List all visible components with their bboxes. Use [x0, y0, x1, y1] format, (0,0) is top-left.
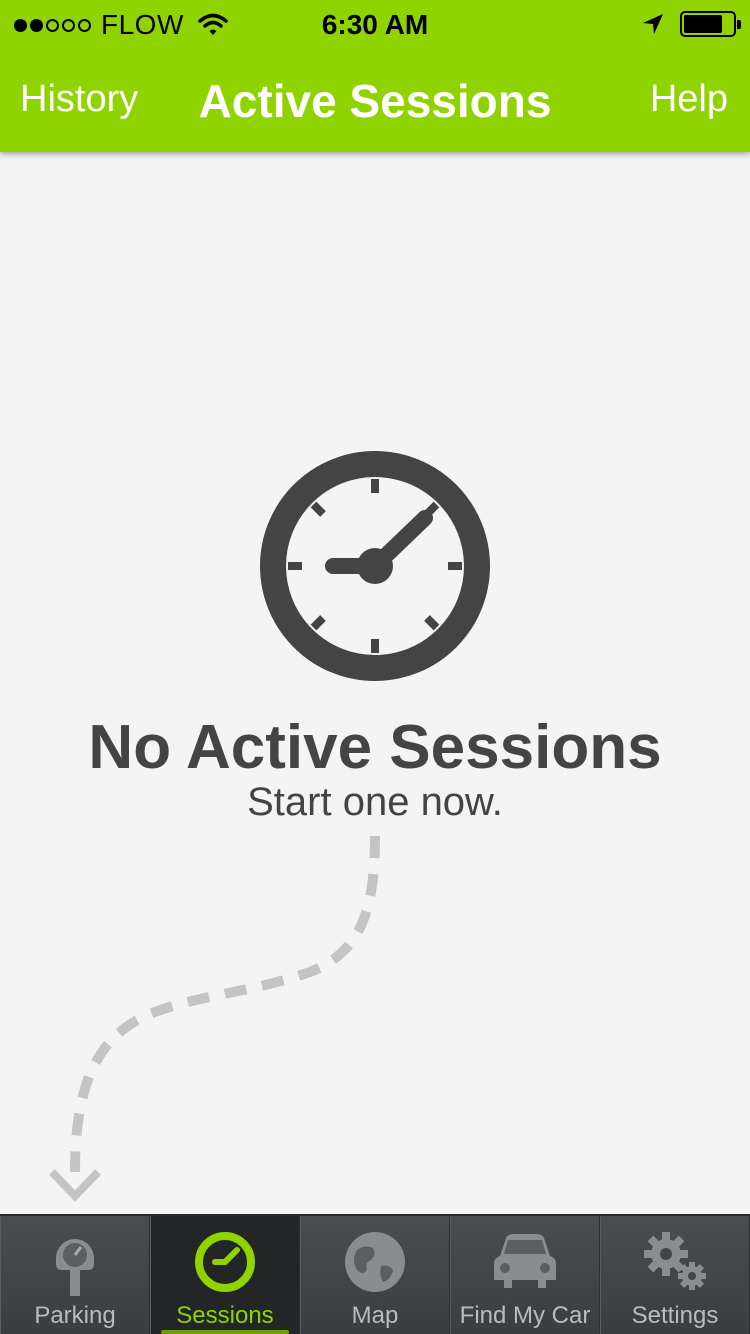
- globe-icon: [345, 1232, 405, 1292]
- battery-icon: [680, 11, 741, 37]
- tab-settings[interactable]: Settings: [600, 1216, 750, 1334]
- parking-meter-icon: [56, 1239, 94, 1296]
- car-icon: [494, 1234, 556, 1288]
- tab-label: Map: [351, 1302, 399, 1329]
- tab-bar: Parking Sessions Map Find My Car Setting…: [0, 1214, 750, 1334]
- tab-sessions[interactable]: Sessions: [150, 1216, 300, 1334]
- tab-find-my-car[interactable]: Find My Car: [450, 1216, 600, 1334]
- main-content: No Active Sessions Start one now.: [0, 152, 750, 1214]
- tab-parking[interactable]: Parking: [0, 1216, 150, 1334]
- tab-label: Parking: [34, 1302, 116, 1329]
- page-title: Active Sessions: [198, 75, 552, 127]
- tab-map[interactable]: Map: [300, 1216, 450, 1334]
- tab-label: Find My Car: [459, 1302, 591, 1329]
- tab-label: Sessions: [176, 1302, 274, 1329]
- dashed-arrow-icon: [49, 835, 380, 1202]
- header: FLOW 6:30 AM History Active Sessions Hel…: [0, 0, 750, 152]
- help-button[interactable]: Help: [650, 78, 728, 121]
- clock-icon: [195, 1232, 255, 1292]
- tab-label: Settings: [631, 1302, 719, 1329]
- location-arrow-icon: [643, 14, 663, 34]
- gear-icon: [644, 1232, 706, 1290]
- status-bar: FLOW 6:30 AM: [0, 0, 750, 50]
- status-time: 6:30 AM: [321, 9, 429, 40]
